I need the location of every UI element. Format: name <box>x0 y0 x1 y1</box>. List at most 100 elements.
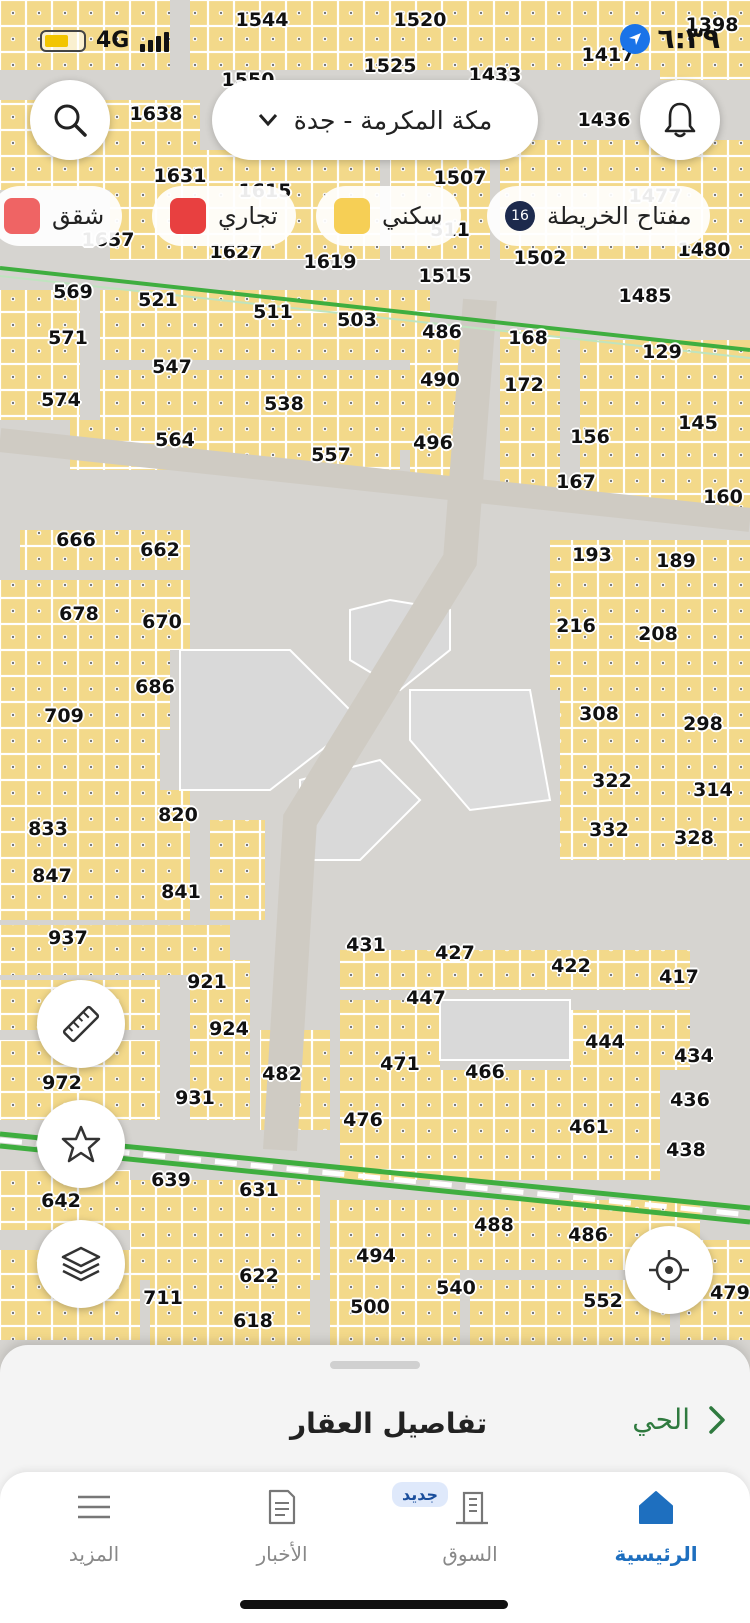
plot-number-label[interactable]: 332 <box>589 819 629 841</box>
plot-number-label[interactable]: 1631 <box>154 165 207 187</box>
plot-number-label[interactable]: 924 <box>209 1018 249 1040</box>
plot-number-label[interactable]: 622 <box>239 1265 279 1287</box>
layers-button[interactable] <box>37 1220 125 1308</box>
plot-number-label[interactable]: 490 <box>420 369 460 391</box>
plot-number-label[interactable]: 444 <box>585 1031 625 1053</box>
plot-number-label[interactable]: 1638 <box>130 103 183 125</box>
plot-number-label[interactable]: 1619 <box>304 251 357 273</box>
legend-key[interactable]: 16 مفتاح الخريطة <box>487 186 710 246</box>
plot-number-label[interactable]: 1515 <box>419 265 472 287</box>
plot-number-label[interactable]: 557 <box>311 444 351 466</box>
plot-number-label[interactable]: 322 <box>592 770 632 792</box>
plot-number-label[interactable]: 571 <box>48 327 88 349</box>
plot-number-label[interactable]: 678 <box>59 603 99 625</box>
plot-number-label[interactable]: 328 <box>674 827 714 849</box>
plot-number-label[interactable]: 461 <box>569 1116 609 1138</box>
plot-number-label[interactable]: 436 <box>670 1089 710 1111</box>
plot-number-label[interactable]: 552 <box>583 1290 623 1312</box>
notifications-button[interactable] <box>640 80 720 160</box>
plot-number-label[interactable]: 145 <box>678 412 718 434</box>
plot-number-label[interactable]: 686 <box>135 676 175 698</box>
plot-number-label[interactable]: 937 <box>48 927 88 949</box>
plot-number-label[interactable]: 494 <box>356 1245 396 1267</box>
legend-item-commercial[interactable]: تجاري <box>152 186 296 246</box>
plot-number-label[interactable]: 538 <box>264 393 304 415</box>
plot-number-label[interactable]: 314 <box>693 779 733 801</box>
plot-number-label[interactable]: 189 <box>656 550 696 572</box>
plot-number-label[interactable]: 921 <box>187 971 227 993</box>
plot-number-label[interactable]: 422 <box>551 955 591 977</box>
plot-number-label[interactable]: 709 <box>44 705 84 727</box>
plot-number-label[interactable]: 618 <box>233 1310 273 1332</box>
tab-news[interactable]: الأخبار <box>212 1482 352 1582</box>
plot-number-label[interactable]: 417 <box>659 966 699 988</box>
plot-number-label[interactable]: 298 <box>683 713 723 735</box>
plot-number-label[interactable]: 847 <box>32 865 72 887</box>
plot-number-label[interactable]: 496 <box>413 432 453 454</box>
plot-number-label[interactable]: 972 <box>42 1072 82 1094</box>
plot-number-label[interactable]: 1436 <box>578 109 631 131</box>
plot-number-label[interactable]: 486 <box>568 1224 608 1246</box>
lot-block <box>580 340 750 510</box>
plot-number-label[interactable]: 666 <box>56 529 96 551</box>
plot-number-label[interactable]: 216 <box>556 615 596 637</box>
open-parcel <box>439 999 571 1061</box>
plot-number-label[interactable]: 476 <box>343 1109 383 1131</box>
plot-number-label[interactable]: 167 <box>556 471 596 493</box>
plot-number-label[interactable]: 434 <box>674 1045 714 1067</box>
plot-number-label[interactable]: 308 <box>579 703 619 725</box>
plot-number-label[interactable]: 1485 <box>619 285 672 307</box>
plot-number-label[interactable]: 427 <box>435 942 475 964</box>
plot-number-label[interactable]: 503 <box>337 309 377 331</box>
plot-number-label[interactable]: 438 <box>666 1139 706 1161</box>
plot-number-label[interactable]: 511 <box>253 301 293 323</box>
search-button[interactable] <box>30 80 110 160</box>
plot-number-label[interactable]: 447 <box>406 987 446 1009</box>
legend-item-residential[interactable]: سكني <box>316 186 461 246</box>
plot-number-label[interactable]: 670 <box>142 611 182 633</box>
measure-button[interactable] <box>37 980 125 1068</box>
tab-market[interactable]: جديد السوق <box>391 1482 540 1582</box>
tab-more[interactable]: المزيد <box>24 1482 164 1582</box>
plot-number-label[interactable]: 193 <box>572 544 612 566</box>
plot-number-label[interactable]: 711 <box>143 1287 183 1309</box>
legend-item-apartments[interactable]: شقق <box>0 186 123 246</box>
plot-number-label[interactable]: 168 <box>508 327 548 349</box>
plot-number-label[interactable]: 540 <box>436 1277 476 1299</box>
plot-number-label[interactable]: 1502 <box>514 247 567 269</box>
my-location-button[interactable] <box>625 1226 713 1314</box>
tab-home[interactable]: الرئيسية <box>586 1482 726 1582</box>
sheet-drag-handle[interactable] <box>330 1361 420 1369</box>
plot-number-label[interactable]: 841 <box>161 881 201 903</box>
plot-number-label[interactable]: 639 <box>151 1169 191 1191</box>
plot-number-label[interactable]: 488 <box>474 1214 514 1236</box>
favorites-button[interactable] <box>37 1100 125 1188</box>
plot-number-label[interactable]: 500 <box>350 1296 390 1318</box>
plot-number-label[interactable]: 482 <box>262 1063 302 1085</box>
plot-number-label[interactable]: 631 <box>239 1179 279 1201</box>
plot-number-label[interactable]: 833 <box>28 818 68 840</box>
plot-number-label[interactable]: 129 <box>642 341 682 363</box>
district-link[interactable]: الحي <box>632 1403 726 1436</box>
plot-number-label[interactable]: 486 <box>422 321 462 343</box>
lot-block <box>340 1070 660 1180</box>
plot-number-label[interactable]: 547 <box>152 356 192 378</box>
plot-number-label[interactable]: 931 <box>175 1087 215 1109</box>
plot-number-label[interactable]: 521 <box>138 289 178 311</box>
plot-number-label[interactable]: 820 <box>158 804 198 826</box>
plot-number-label[interactable]: 642 <box>41 1190 81 1212</box>
plot-number-label[interactable]: 662 <box>140 539 180 561</box>
plot-number-label[interactable]: 569 <box>53 281 93 303</box>
plot-number-label[interactable]: 466 <box>465 1061 505 1083</box>
plot-number-label[interactable]: 156 <box>570 426 610 448</box>
sheet-title: تفاصيل العقار <box>290 1407 488 1440</box>
plot-number-label[interactable]: 431 <box>346 934 386 956</box>
plot-number-label[interactable]: 160 <box>703 486 743 508</box>
plot-number-label[interactable]: 479 <box>710 1282 750 1304</box>
plot-number-label[interactable]: 208 <box>638 623 678 645</box>
plot-number-label[interactable]: 471 <box>380 1053 420 1075</box>
plot-number-label[interactable]: 172 <box>504 374 544 396</box>
city-selector[interactable]: مكة المكرمة - جدة <box>212 80 538 160</box>
plot-number-label[interactable]: 564 <box>155 429 195 451</box>
plot-number-label[interactable]: 574 <box>41 389 81 411</box>
